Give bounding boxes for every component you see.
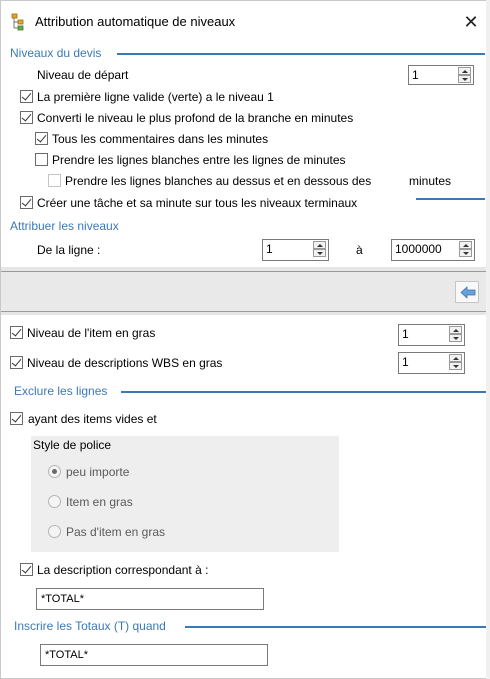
- spin-up-button[interactable]: [459, 241, 472, 249]
- de-la-ligne-label: De la ligne :: [37, 243, 101, 257]
- wbs-gras-label: Niveau de descriptions WBS en gras: [27, 356, 223, 370]
- premiere-ligne-checkbox[interactable]: [20, 90, 33, 103]
- arrow-left-icon: [460, 286, 476, 302]
- convertir-minutes-label: Converti le niveau le plus profond de la…: [37, 111, 354, 125]
- tous-commentaires-label: Tous les commentaires dans les minutes: [52, 132, 269, 146]
- description-label: La description correspondant à :: [37, 563, 209, 577]
- wbs-gras-checkbox[interactable]: [10, 356, 23, 369]
- item-gras-value: 1: [402, 327, 409, 341]
- title-bar: Attribution automatique de niveaux ✕: [1, 1, 490, 43]
- style-police-group: Style de police peu importe Item en gras…: [31, 436, 339, 552]
- style-police-title: Style de police: [33, 438, 112, 452]
- wbs-gras-value: 1: [402, 355, 409, 369]
- dialog-window: Attribution automatique de niveaux ✕ Niv…: [0, 0, 490, 679]
- totaux-input[interactable]: *TOTAL*: [40, 644, 268, 666]
- radio-peu-importe[interactable]: [48, 465, 61, 478]
- section-title-attribuer: Attribuer les niveaux: [10, 219, 119, 233]
- description-checkbox[interactable]: [20, 563, 33, 576]
- toolbar-panel: [1, 272, 487, 311]
- lignes-blanches-dessus-label: Prendre les lignes blanches au dessus et…: [65, 174, 372, 188]
- section-divider: [416, 198, 485, 200]
- section-title-totaux: Inscrire les Totaux (T) quand: [14, 619, 166, 633]
- items-vides-checkbox[interactable]: [10, 412, 23, 425]
- spin-down-button[interactable]: [449, 334, 462, 342]
- radio-pas-item-en-gras-label: Pas d'item en gras: [66, 525, 166, 539]
- item-gras-stepper[interactable]: 1: [398, 324, 465, 346]
- from-line-value: 1: [266, 242, 273, 256]
- niveau-depart-label: Niveau de départ: [37, 68, 129, 82]
- a-label: à: [356, 243, 363, 257]
- splitter-band: [1, 312, 487, 315]
- niveau-depart-value: 1: [412, 68, 419, 82]
- to-line-value: 1000000: [395, 242, 442, 256]
- spin-down-button[interactable]: [313, 249, 326, 257]
- wbs-gras-stepper[interactable]: 1: [398, 352, 465, 374]
- section-title-exclure: Exclure les lignes: [14, 384, 108, 398]
- niveau-depart-stepper[interactable]: 1: [408, 65, 474, 85]
- item-gras-label: Niveau de l'item en gras: [27, 326, 156, 340]
- spin-down-button[interactable]: [459, 249, 472, 257]
- lignes-blanches-dessus-suffix: minutes: [409, 174, 452, 188]
- spin-up-button[interactable]: [449, 326, 462, 334]
- radio-item-en-gras[interactable]: [48, 495, 61, 508]
- lignes-blanches-label: Prendre les lignes blanches entre les li…: [52, 153, 346, 167]
- radio-item-en-gras-label: Item en gras: [66, 495, 133, 509]
- totaux-input-value: *TOTAL*: [45, 649, 88, 661]
- creer-tache-label: Créer une tâche et sa minute sur tous le…: [37, 196, 358, 210]
- close-button[interactable]: ✕: [457, 9, 485, 35]
- section-divider: [185, 626, 487, 628]
- tous-commentaires-checkbox[interactable]: [35, 132, 48, 145]
- items-vides-label: ayant des items vides et: [28, 412, 157, 426]
- spin-up-button[interactable]: [313, 241, 326, 249]
- close-icon: ✕: [463, 12, 479, 32]
- convertir-minutes-checkbox[interactable]: [20, 111, 33, 124]
- lignes-blanches-dessus-checkbox[interactable]: [48, 174, 61, 187]
- spin-down-button[interactable]: [458, 75, 471, 83]
- spin-up-button[interactable]: [458, 67, 471, 75]
- radio-peu-importe-label: peu importe: [66, 465, 130, 479]
- lignes-blanches-checkbox[interactable]: [35, 153, 48, 166]
- to-line-stepper[interactable]: 1000000: [391, 239, 475, 261]
- apply-button[interactable]: [455, 281, 479, 303]
- radio-pas-item-en-gras[interactable]: [48, 525, 61, 538]
- item-gras-checkbox[interactable]: [10, 326, 23, 339]
- window-title: Attribution automatique de niveaux: [35, 14, 236, 29]
- window-edge: [486, 0, 490, 679]
- section-title-niveaux-devis: Niveaux du devis: [10, 46, 102, 60]
- creer-tache-checkbox[interactable]: [20, 196, 33, 209]
- section-divider: [121, 391, 487, 393]
- spin-down-button[interactable]: [449, 362, 462, 370]
- section-divider: [117, 53, 485, 55]
- premiere-ligne-label: La première ligne valide (verte) a le ni…: [37, 90, 274, 104]
- description-input[interactable]: *TOTAL*: [36, 588, 264, 610]
- from-line-stepper[interactable]: 1: [262, 239, 329, 261]
- spin-up-button[interactable]: [449, 354, 462, 362]
- description-input-value: *TOTAL*: [41, 593, 84, 605]
- tree-levels-icon: [11, 13, 29, 31]
